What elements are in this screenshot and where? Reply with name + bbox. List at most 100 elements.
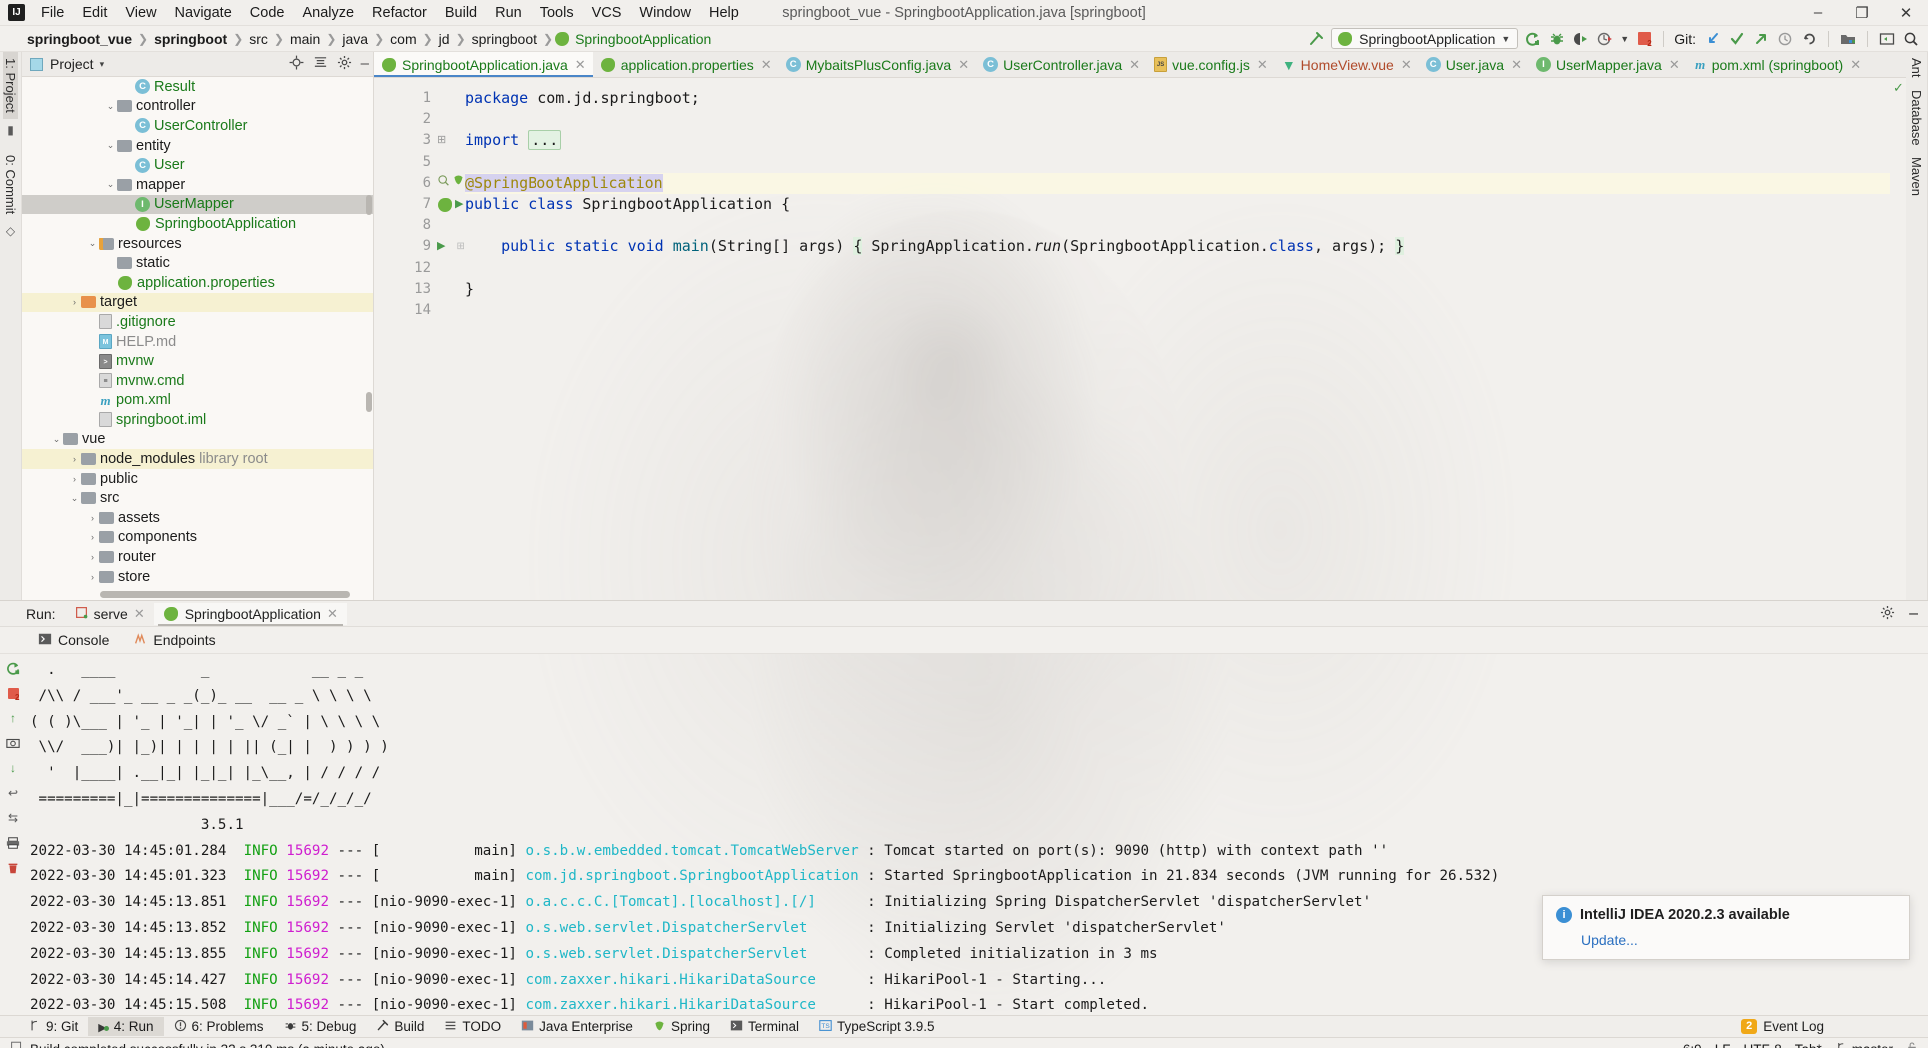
lock-icon[interactable] — [1906, 1041, 1918, 1048]
menu-item-tools[interactable]: Tools — [531, 3, 583, 23]
editor-tab-application-properties[interactable]: application.properties ✕ — [593, 52, 779, 77]
code-line-6[interactable]: @SpringBootApplication — [465, 172, 1890, 194]
menu-item-view[interactable]: View — [116, 3, 165, 23]
scroll-down-icon[interactable]: ↓ — [5, 760, 21, 776]
gear-icon[interactable] — [337, 55, 352, 73]
tree-node-pom-xml[interactable]: m pom.xml — [22, 391, 373, 411]
branch-indicator[interactable]: master — [1835, 1041, 1893, 1048]
tab-endpoints[interactable]: Endpoints — [121, 629, 227, 652]
chevron-right-icon[interactable]: › — [86, 513, 99, 523]
bottom-tool-9-git[interactable]: 9: Git — [18, 1017, 88, 1037]
chevron-right-icon[interactable]: › — [86, 532, 99, 542]
chevron-right-icon[interactable]: › — [68, 454, 81, 464]
indent-setting[interactable]: Tab* — [1795, 1042, 1822, 1048]
breadcrumb[interactable]: springboot_vue ❯ springboot ❯ src ❯ main… — [22, 30, 716, 48]
stop-icon[interactable] — [5, 685, 21, 702]
hide-panel-icon[interactable]: – — [1909, 605, 1918, 621]
push-icon[interactable] — [1752, 30, 1770, 48]
console-log-line[interactable]: 2022-03-30 14:45:15.508 INFO 15692 --- [… — [30, 993, 1928, 1015]
tree-scrollbar-thumb[interactable] — [366, 392, 372, 412]
search-icon[interactable] — [1902, 30, 1920, 48]
bottom-tool-6-problems[interactable]: 6: Problems — [164, 1017, 274, 1037]
editor-tab-bar[interactable]: SpringbootApplication.java ✕ application.p… — [374, 52, 1906, 78]
code-line-3[interactable]: import ... — [465, 130, 1890, 151]
chevron-right-icon[interactable]: › — [68, 474, 81, 484]
code-line-14[interactable] — [465, 300, 1890, 321]
profiler-chevron-icon[interactable]: ▼ — [1620, 34, 1629, 44]
chevron-right-icon[interactable]: › — [86, 572, 99, 582]
editor-tab-springbootapplication-java[interactable]: SpringbootApplication.java ✕ — [374, 52, 593, 77]
code-line-1[interactable]: package com.jd.springboot; — [465, 88, 1890, 109]
bottom-tool-5-debug[interactable]: 5: Debug — [274, 1017, 367, 1037]
editor-body[interactable]: 1 2 3 5 6 7 8 9 12 13 14 ⊞ ▶ ▶ ⊞ package… — [374, 78, 1906, 600]
tree-node-springbootapplication[interactable]: SpringbootApplication — [22, 214, 373, 234]
code-line-2[interactable] — [465, 109, 1890, 130]
tree-node-assets[interactable]: › assets — [22, 508, 373, 528]
code-line-12[interactable] — [465, 258, 1890, 279]
event-log-indicator[interactable]: 2 Event Log — [1741, 1019, 1824, 1034]
menu-bar[interactable]: File Edit View Navigate Code Analyze Ref… — [32, 3, 748, 23]
tree-node-components[interactable]: › components — [22, 528, 373, 548]
editor-tab-mybaitsplusconfig-java[interactable]: C MybaitsPlusConfig.java ✕ — [779, 52, 976, 77]
code-line-8[interactable] — [465, 215, 1890, 236]
structure-icon[interactable]: ▮ — [7, 123, 14, 137]
tree-node-application-properties[interactable]: application.properties — [22, 273, 373, 293]
bottom-tool-todo[interactable]: TODO — [434, 1017, 511, 1037]
close-icon[interactable]: ✕ — [134, 606, 145, 622]
stop-icon[interactable] — [1635, 30, 1653, 48]
editor-tab-homeview-vue[interactable]: ▼ HomeView.vue ✕ — [1275, 52, 1419, 77]
gutter-line-6-marks[interactable] — [437, 173, 465, 194]
update-project-icon[interactable] — [1704, 30, 1722, 48]
rollback-icon[interactable] — [1800, 30, 1818, 48]
close-icon[interactable]: ✕ — [1257, 57, 1268, 73]
tree-node-target[interactable]: › target — [22, 292, 373, 313]
run-with-coverage-icon[interactable] — [1572, 30, 1590, 48]
debug-icon[interactable] — [1548, 30, 1566, 48]
bottom-tool-java-enterprise[interactable]: Java Enterprise — [511, 1017, 643, 1037]
rerun-icon[interactable] — [5, 660, 21, 676]
file-encoding[interactable]: UTF-8 — [1743, 1042, 1781, 1048]
close-icon[interactable]: ✕ — [327, 606, 338, 622]
menu-item-refactor[interactable]: Refactor — [363, 3, 436, 23]
profiler-icon[interactable] — [1596, 30, 1614, 48]
bottom-tool-spring[interactable]: Spring — [643, 1017, 720, 1037]
sidebar-item-maven[interactable]: Maven — [1909, 151, 1924, 202]
tree-scrollbar-thumb[interactable] — [366, 195, 372, 215]
spring-boot-icon[interactable] — [437, 197, 453, 213]
run-panel-subtabs[interactable]: Console Endpoints — [0, 627, 1928, 654]
tree-node--gitignore[interactable]: .gitignore — [22, 312, 373, 332]
breadcrumb-item-6[interactable]: jd — [434, 30, 455, 48]
camera-icon[interactable] — [5, 735, 21, 751]
sidebar-item-project[interactable]: 1: Project — [3, 52, 18, 119]
tree-node-help-md[interactable]: M HELP.md — [22, 332, 373, 352]
chevron-down-icon[interactable]: ▼ — [1501, 34, 1510, 44]
tab-console[interactable]: Console — [26, 629, 121, 652]
fold-marker-icon[interactable]: ⊞ — [456, 236, 464, 257]
gutter-line-9-marks[interactable]: ▶ ⊞ — [437, 236, 465, 257]
close-icon[interactable]: ✕ — [761, 57, 772, 73]
history-icon[interactable] — [1776, 30, 1794, 48]
tree-node-static[interactable]: static — [22, 253, 373, 273]
editor-tab-usermapper-java[interactable]: I UserMapper.java ✕ — [1529, 52, 1687, 77]
breadcrumb-item-8[interactable]: SpringbootApplication — [570, 30, 716, 48]
collapse-all-icon[interactable] — [313, 55, 328, 73]
run-tab-serve[interactable]: serve ✕ — [66, 603, 154, 625]
import-fold-placeholder[interactable]: ... — [528, 130, 562, 151]
breadcrumb-item-1[interactable]: springboot — [149, 30, 232, 48]
bottom-tool-typescript-3-9-5[interactable]: TS TypeScript 3.9.5 — [809, 1017, 945, 1037]
close-icon[interactable]: ✕ — [958, 57, 969, 73]
bottom-tool-terminal[interactable]: Terminal — [720, 1017, 809, 1037]
console-log-line[interactable]: 2022-03-30 14:45:14.427 INFO 15692 --- [… — [30, 968, 1928, 994]
tree-node-mvnw[interactable]: > mvnw — [22, 351, 373, 371]
menu-item-help[interactable]: Help — [700, 3, 748, 23]
tree-node-springboot-iml[interactable]: springboot.iml — [22, 410, 373, 430]
close-icon[interactable]: ✕ — [1129, 57, 1140, 73]
tree-node-resources[interactable]: ⌄ resources — [22, 234, 373, 254]
bottom-tool-window-bar[interactable]: 9: Git ▶ 4: Run 6: Problems 5: Debug Build TOD… — [0, 1015, 1928, 1037]
build-hammer-icon[interactable] — [1307, 30, 1325, 48]
tree-node-public[interactable]: › public — [22, 469, 373, 489]
project-file-tree[interactable]: C Result ⌄ controller C UserController ⌄ entity… — [22, 77, 373, 600]
tree-node-user[interactable]: C User — [22, 155, 373, 175]
breadcrumb-item-2[interactable]: src — [244, 30, 273, 48]
chevron-down-icon[interactable]: ▾ — [100, 59, 105, 70]
